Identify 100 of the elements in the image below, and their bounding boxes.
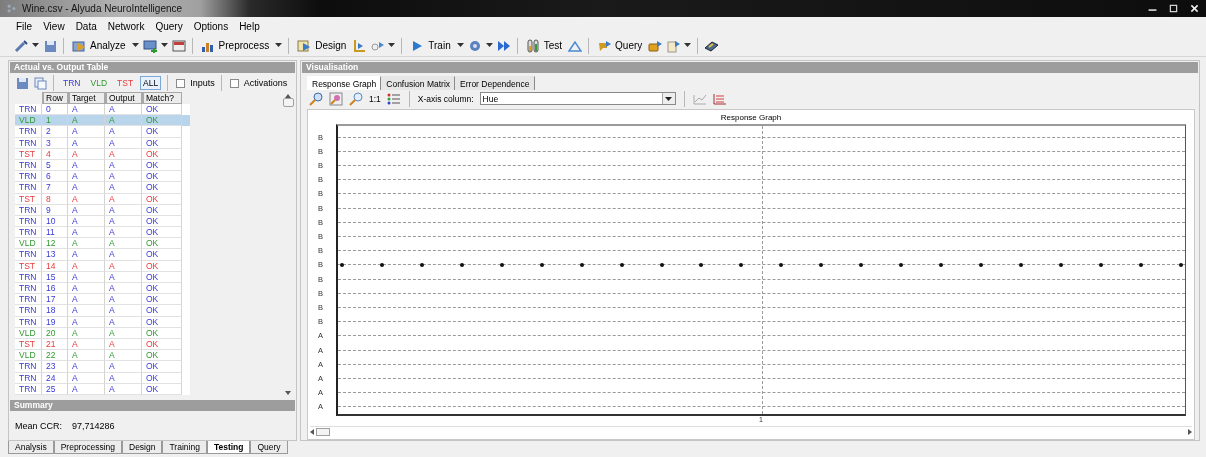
table-row[interactable]: TRN 0 A A OK bbox=[15, 104, 190, 116]
scroll-thumb[interactable] bbox=[282, 98, 294, 107]
table-row[interactable]: TST 14 A A OK bbox=[15, 260, 190, 272]
scroll-thumb[interactable] bbox=[316, 427, 330, 436]
checkbox[interactable] bbox=[176, 78, 186, 88]
x-axis-select[interactable]: Hue bbox=[479, 92, 676, 105]
table-row[interactable]: TRN 18 A A OK bbox=[15, 305, 190, 317]
document-icon[interactable] bbox=[666, 38, 681, 53]
caret-icon[interactable] bbox=[485, 43, 493, 48]
table-row[interactable]: TRN 6 A A OK bbox=[15, 171, 190, 183]
table-cell: A bbox=[105, 260, 142, 272]
caret-icon[interactable] bbox=[160, 43, 168, 48]
menu-item[interactable]: Help bbox=[239, 20, 260, 32]
scroll-right-icon[interactable] bbox=[1188, 428, 1192, 435]
table-row[interactable]: TST 8 A A OK bbox=[15, 193, 190, 205]
filter-toggle[interactable]: TRN bbox=[60, 76, 84, 90]
zoom-area-icon[interactable] bbox=[329, 91, 343, 106]
table-cell: 25 bbox=[42, 383, 68, 395]
checkbox-label: Activations bbox=[243, 78, 288, 88]
scroll-left-icon[interactable] bbox=[310, 428, 314, 435]
window-title: Wine.csv - Alyuda NeuroIntelligence bbox=[22, 3, 183, 14]
checkbox[interactable] bbox=[229, 78, 239, 88]
caret-icon[interactable] bbox=[684, 43, 692, 48]
legend-icon[interactable] bbox=[386, 91, 401, 106]
caret-icon[interactable] bbox=[388, 43, 396, 48]
tab[interactable]: Response Graph bbox=[307, 76, 382, 90]
toolbar-button[interactable]: Train bbox=[408, 36, 453, 55]
wand-icon[interactable] bbox=[14, 38, 28, 53]
table-row[interactable]: TRN 3 A A OK bbox=[15, 137, 190, 149]
scrollbar[interactable] bbox=[310, 426, 1192, 436]
table-cell: OK bbox=[142, 249, 182, 261]
table-cell: OK bbox=[142, 361, 182, 373]
copy-icon[interactable] bbox=[33, 76, 47, 90]
caret-icon[interactable] bbox=[665, 96, 673, 101]
table-row[interactable]: TRN 19 A A OK bbox=[15, 316, 190, 328]
caret-icon[interactable] bbox=[456, 43, 464, 48]
caret-icon[interactable] bbox=[275, 43, 283, 48]
table-cell: A bbox=[68, 361, 105, 373]
table-cell: VLD bbox=[15, 327, 42, 339]
table-cell: OK bbox=[142, 305, 182, 317]
design-icon bbox=[297, 38, 312, 53]
table-row[interactable]: TRN 2 A A OK bbox=[15, 126, 190, 138]
column-header[interactable]: Target bbox=[68, 92, 105, 104]
zoom-out-icon[interactable] bbox=[349, 91, 363, 106]
filter-toggle[interactable]: ALL bbox=[140, 76, 162, 90]
table-row[interactable]: TRN 16 A A OK bbox=[15, 283, 190, 295]
filter-toggle[interactable]: TST bbox=[114, 76, 137, 90]
save-icon[interactable] bbox=[15, 76, 29, 90]
tab[interactable]: Design bbox=[122, 441, 163, 454]
table-row[interactable]: TRN 11 A A OK bbox=[15, 227, 190, 239]
table-row[interactable]: VLD 22 A A OK bbox=[15, 350, 190, 362]
fast-forward-icon[interactable] bbox=[496, 38, 511, 53]
table-row[interactable]: TRN 7 A A OK bbox=[15, 182, 190, 194]
caret-icon[interactable] bbox=[131, 43, 139, 48]
menu-item[interactable]: View bbox=[43, 20, 65, 32]
column-header[interactable]: Row bbox=[42, 92, 68, 104]
tab[interactable]: Preprocessing bbox=[53, 441, 122, 454]
table-row[interactable]: TRN 23 A A OK bbox=[15, 361, 190, 373]
close-icon[interactable] bbox=[1189, 3, 1200, 14]
table-cell: A bbox=[105, 361, 142, 373]
table-icon[interactable] bbox=[171, 38, 186, 53]
table-cell: A bbox=[68, 372, 105, 384]
field-label: X-axis column: bbox=[417, 93, 474, 104]
table-row[interactable]: TRN 17 A A OK bbox=[15, 294, 190, 306]
table-row[interactable]: TRN 24 A A OK bbox=[15, 372, 190, 384]
table-row[interactable]: VLD 12 A A OK bbox=[15, 238, 190, 250]
toolbar-button[interactable]: Analyze bbox=[70, 36, 128, 55]
toolbar-button[interactable]: Test bbox=[523, 36, 565, 55]
scroll-down-icon[interactable] bbox=[285, 391, 291, 395]
table-row[interactable]: TRN 25 A A OK bbox=[15, 383, 190, 395]
column-header[interactable]: Match? bbox=[142, 92, 182, 104]
box-icon[interactable] bbox=[648, 38, 663, 53]
tab[interactable]: Testing bbox=[206, 441, 251, 454]
summary-value: 97,714286 bbox=[72, 421, 115, 431]
menu-item[interactable]: Network bbox=[107, 20, 145, 32]
table-row[interactable]: TRN 13 A A OK bbox=[15, 249, 190, 261]
toolbar-button[interactable]: Preprocess bbox=[198, 36, 272, 55]
tab[interactable]: Confusion Matrix bbox=[381, 76, 456, 90]
tab[interactable]: Error Dependence bbox=[455, 76, 535, 90]
axis-icon[interactable] bbox=[352, 38, 367, 53]
tab[interactable]: Analysis bbox=[8, 441, 54, 454]
tab[interactable]: Training bbox=[162, 441, 207, 454]
toolbar-button[interactable]: Design bbox=[295, 36, 349, 55]
toolbar-button[interactable]: Query bbox=[595, 36, 645, 55]
menu-item[interactable]: Data bbox=[75, 20, 97, 32]
menu-item[interactable]: Options bbox=[193, 20, 229, 32]
tab[interactable]: Query bbox=[250, 441, 288, 454]
caret-icon[interactable] bbox=[32, 43, 39, 48]
menu-item[interactable]: File bbox=[16, 20, 33, 32]
table-row[interactable]: TRN 9 A A OK bbox=[15, 204, 190, 216]
zoom-in-icon[interactable] bbox=[309, 91, 323, 106]
maximize-icon[interactable] bbox=[1168, 3, 1179, 14]
table-row[interactable]: VLD 20 A A OK bbox=[15, 327, 190, 339]
actual-size-button[interactable]: 1:1 bbox=[369, 93, 381, 104]
column-header[interactable]: Output bbox=[105, 92, 142, 104]
monitor-icon[interactable] bbox=[142, 38, 157, 53]
table-row[interactable]: TST 4 A A OK bbox=[15, 148, 190, 160]
menu-item[interactable]: Query bbox=[155, 20, 183, 32]
error-chart-icon[interactable] bbox=[712, 91, 727, 106]
table-cell: TRN bbox=[15, 249, 42, 261]
